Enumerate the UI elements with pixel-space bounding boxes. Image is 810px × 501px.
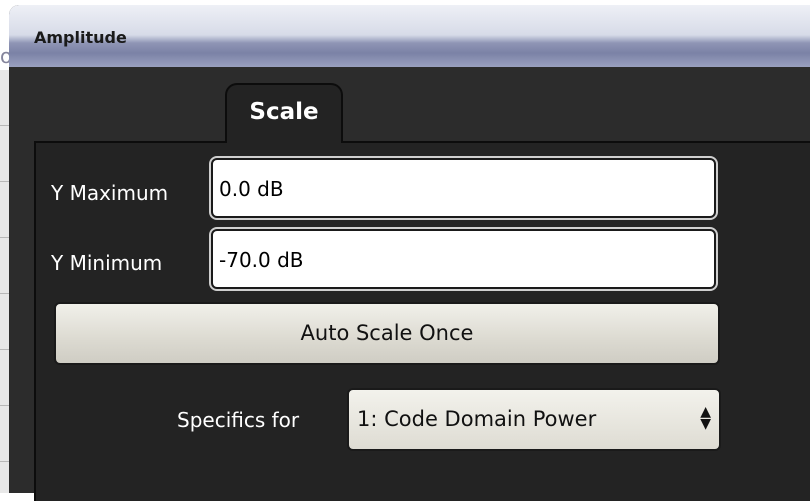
y-maximum-label: Y Maximum: [51, 181, 169, 205]
select-arrows-icon: ▲ ▼: [700, 404, 711, 432]
y-minimum-label: Y Minimum: [51, 251, 163, 275]
specifics-selected-value: 1: Code Domain Power: [357, 407, 597, 431]
tab-scale-label: Scale: [249, 99, 319, 125]
y-minimum-value: -70.0 dB: [219, 248, 304, 272]
tab-scale[interactable]: Scale: [225, 83, 343, 143]
specifics-for-label: Specifics for: [177, 408, 300, 432]
background-window-edge: [0, 70, 9, 493]
auto-scale-once-button[interactable]: Auto Scale Once: [54, 302, 720, 365]
dialog-title: Amplitude: [34, 28, 127, 47]
y-maximum-input[interactable]: 0.0 dB: [211, 158, 716, 218]
dialog-titlebar[interactable]: Amplitude: [9, 5, 810, 67]
y-maximum-value: 0.0 dB: [219, 177, 284, 201]
y-minimum-input[interactable]: -70.0 dB: [211, 229, 716, 289]
amplitude-dialog: Amplitude Scale Y Maximum 0.0 dB Y Minim…: [9, 5, 810, 501]
tab-panel-join: [227, 140, 341, 144]
specifics-for-select[interactable]: 1: Code Domain Power ▲ ▼: [347, 388, 721, 451]
